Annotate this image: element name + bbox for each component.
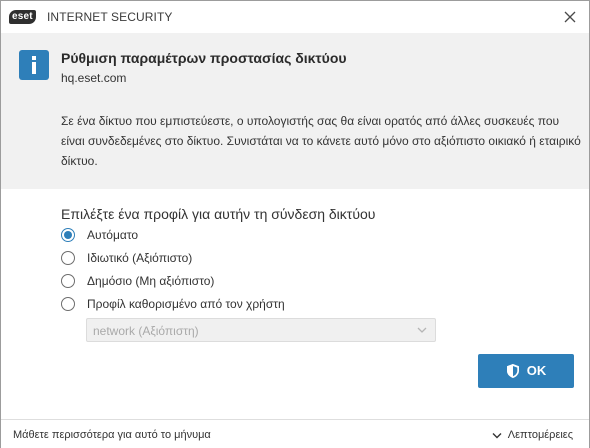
- radio-button[interactable]: [61, 251, 75, 265]
- learn-more-link[interactable]: Μάθετε περισσότερα για αυτό το μήνυμα: [13, 428, 211, 442]
- chevron-down-icon: [417, 327, 427, 333]
- close-button[interactable]: [561, 8, 579, 26]
- radio-option-automatic[interactable]: Αυτόματο: [61, 226, 138, 244]
- custom-profile-select[interactable]: network (Αξιόπιστη): [86, 318, 436, 342]
- radio-button[interactable]: [61, 297, 75, 311]
- details-toggle[interactable]: Λεπτομέρειες: [492, 428, 573, 442]
- radio-label: Ιδιωτικό (Αξιόπιστο): [87, 251, 193, 265]
- close-icon: [564, 11, 576, 23]
- network-name: hq.eset.com: [61, 71, 127, 85]
- select-value: network (Αξιόπιστη): [93, 324, 199, 338]
- info-icon: [19, 50, 49, 80]
- radio-button[interactable]: [61, 228, 75, 242]
- title-bar: eset INTERNET SECURITY: [1, 1, 589, 33]
- radio-label: Προφίλ καθορισμένο από τον χρήστη: [87, 297, 285, 311]
- radio-option-user-defined[interactable]: Προφίλ καθορισμένο από τον χρήστη: [61, 295, 285, 313]
- message-header: Ρύθμιση παραμέτρων προστασίας δικτύου hq…: [1, 33, 589, 189]
- shield-icon: [506, 364, 519, 378]
- chevron-down-icon: [492, 432, 502, 438]
- radio-label: Δημόσιο (Μη αξιόπιστο): [87, 274, 215, 288]
- radio-option-private[interactable]: Ιδιωτικό (Αξιόπιστο): [61, 249, 192, 267]
- eset-logo: eset: [9, 10, 36, 24]
- radio-button[interactable]: [61, 274, 75, 288]
- footer-bar: Μάθετε περισσότερα για αυτό το μήνυμα Λε…: [1, 419, 589, 448]
- ok-button[interactable]: OK: [478, 354, 574, 388]
- logo-text: eset: [12, 11, 33, 22]
- details-label: Λεπτομέρειες: [507, 429, 573, 441]
- page-title: Ρύθμιση παραμέτρων προστασίας δικτύου: [61, 50, 347, 66]
- product-name: INTERNET SECURITY: [47, 10, 173, 24]
- radio-option-public[interactable]: Δημόσιο (Μη αξιόπιστο): [61, 272, 214, 290]
- radio-label: Αυτόματο: [87, 228, 139, 242]
- profile-prompt: Επιλέξτε ένα προφίλ για αυτήν τη σύνδεση…: [61, 206, 376, 222]
- ok-label: OK: [526, 363, 547, 378]
- dialog-window: eset INTERNET SECURITY Ρύθμιση παραμέτρω…: [0, 0, 590, 448]
- description-text: Σε ένα δίκτυο που εμπιστεύεστε, ο υπολογ…: [61, 114, 581, 168]
